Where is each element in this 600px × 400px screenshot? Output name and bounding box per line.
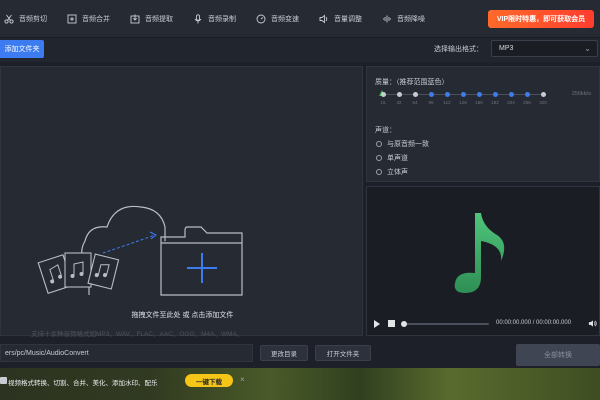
radio-icon <box>376 155 382 161</box>
toolbar-item-label: 音频提取 <box>145 15 173 23</box>
top-toolbar: 音频剪切 音频合并 音频提取 音频录制 音频变速 音量调整 音频降噪 VIP限时… <box>0 0 600 38</box>
radio-icon <box>376 169 382 175</box>
change-directory-button[interactable]: 更改目录 <box>260 345 308 361</box>
drop-illustration <box>37 205 243 296</box>
extract-icon <box>130 14 140 24</box>
toolbar-item-denoise[interactable]: 音频降噪 <box>372 0 435 38</box>
quality-step[interactable] <box>493 92 498 97</box>
toolbar-item-record[interactable]: 音频录制 <box>183 0 246 38</box>
quality-slider[interactable] <box>381 92 546 97</box>
quality-step[interactable] <box>397 92 402 97</box>
quality-tick: 224 <box>507 100 515 105</box>
stop-icon[interactable] <box>388 320 395 327</box>
play-icon[interactable] <box>374 320 380 328</box>
file-drop-zone[interactable]: 拖拽文件至此处 或 点击添加文件 支持十余种音频格式如MP3、WAV、FLAC、… <box>0 66 363 351</box>
toolbar-item-cut[interactable]: 音频剪切 <box>0 0 57 38</box>
timecode: 00:00:00.000 / 00:00:00.000 <box>496 320 572 326</box>
audio-preview-player: 00:00:00.000 / 00:00:00.000 <box>366 186 600 336</box>
quality-tick: 64 <box>412 100 418 105</box>
toolbar-item-label: 音频变速 <box>271 15 299 23</box>
channel-option-original[interactable]: 与原音频一致 <box>376 139 429 149</box>
quality-step[interactable] <box>429 92 434 97</box>
volume-icon <box>319 14 329 24</box>
toolbar-item-label: 音量调整 <box>334 15 362 23</box>
add-folder-button[interactable]: 添加文件夹 <box>0 40 44 58</box>
ad-text: 视频格式转换、切割、合并、美化、添加水印、配乐 <box>8 380 158 387</box>
merge-icon <box>67 14 77 24</box>
ad-download-button[interactable]: 一键下载 <box>185 374 233 387</box>
channel-option-label: 立体声 <box>387 169 408 176</box>
quality-step[interactable] <box>381 92 386 97</box>
output-format-label: 选择输出格式： <box>434 46 483 53</box>
toolbar-item-merge[interactable]: 音频合并 <box>57 0 120 38</box>
seek-handle[interactable] <box>401 321 407 327</box>
quality-tick: 192 <box>491 100 499 105</box>
output-bar: ers/pc/Music/AudioConvert 更改目录 打开文件夹 <box>0 340 600 368</box>
music-note-icon <box>454 213 505 293</box>
quality-step[interactable] <box>477 92 482 97</box>
quality-tick: 128 <box>459 100 467 105</box>
quality-step[interactable] <box>509 92 514 97</box>
channel-label: 声道： <box>375 127 396 134</box>
channel-option-label: 单声道 <box>387 155 408 162</box>
player-controls: 00:00:00.000 / 00:00:00.000 <box>367 315 600 335</box>
output-format-select[interactable]: MP3 ⌄ <box>491 40 598 57</box>
channel-option-stereo[interactable]: 立体声 <box>376 167 408 177</box>
speaker-icon[interactable] <box>588 319 597 328</box>
toolbar-item-speed[interactable]: 音频变速 <box>246 0 309 38</box>
toolbar-item-volume[interactable]: 音量调整 <box>309 0 372 38</box>
quality-tick: 160 <box>475 100 483 105</box>
output-format-value: MP3 <box>499 45 514 52</box>
quality-step[interactable] <box>413 92 418 97</box>
quality-tick: 320 <box>539 100 547 105</box>
chevron-down-icon: ⌄ <box>584 44 591 53</box>
settings-panel: 质量：（推荐范围蓝色） 256kb/s 16 32 64 96 112 128 … <box>366 66 600 182</box>
toolbar-item-label: 音频合并 <box>82 15 110 23</box>
quality-step[interactable] <box>525 92 530 97</box>
noise-icon <box>382 14 392 24</box>
quality-tick: 32 <box>396 100 402 105</box>
microphone-icon <box>193 13 203 24</box>
seek-bar[interactable] <box>401 321 489 327</box>
open-folder-button[interactable]: 打开文件夹 <box>315 345 371 361</box>
quality-step[interactable] <box>445 92 450 97</box>
toolbar-item-extract[interactable]: 音频提取 <box>120 0 183 38</box>
quality-tick: 112 <box>443 100 451 105</box>
checkbox-icon[interactable] <box>0 377 7 384</box>
quality-label: 质量：（推荐范围蓝色） <box>375 79 449 86</box>
quality-tick: 16 <box>380 100 386 105</box>
ad-bar: 视频格式转换、切割、合并、美化、添加水印、配乐 一键下载 × <box>0 373 600 389</box>
close-icon[interactable]: × <box>240 375 245 384</box>
drop-zone-title: 拖拽文件至此处 或 点击添加文件 <box>131 312 234 319</box>
channel-option-label: 与原音频一致 <box>387 141 429 148</box>
ad-banner: 视频格式转换、切割、合并、美化、添加水印、配乐 一键下载 × <box>0 368 600 400</box>
channel-option-mono[interactable]: 单声道 <box>376 153 408 163</box>
quality-step[interactable] <box>461 92 466 97</box>
scissors-icon <box>4 14 14 24</box>
quality-tick: 96 <box>428 100 434 105</box>
output-path-field[interactable]: ers/pc/Music/AudioConvert <box>0 344 253 362</box>
speed-icon <box>256 14 266 24</box>
convert-all-button[interactable]: 全部转换 <box>516 344 600 366</box>
quality-current-value: 256kb/s <box>571 91 591 97</box>
audio-converter-app: 音频剪切 音频合并 音频提取 音频录制 音频变速 音量调整 音频降噪 VIP限时… <box>0 0 600 400</box>
toolbar-item-label: 音频录制 <box>208 15 236 23</box>
quality-tick: 256 <box>523 100 531 105</box>
toolbar-item-label: 音频降噪 <box>397 15 425 23</box>
toolbar-item-label: 音频剪切 <box>19 15 47 23</box>
quality-step[interactable] <box>541 92 546 97</box>
radio-icon <box>376 141 382 147</box>
vip-promo-button[interactable]: VIP限时特惠，即可获取会员 <box>488 10 594 28</box>
